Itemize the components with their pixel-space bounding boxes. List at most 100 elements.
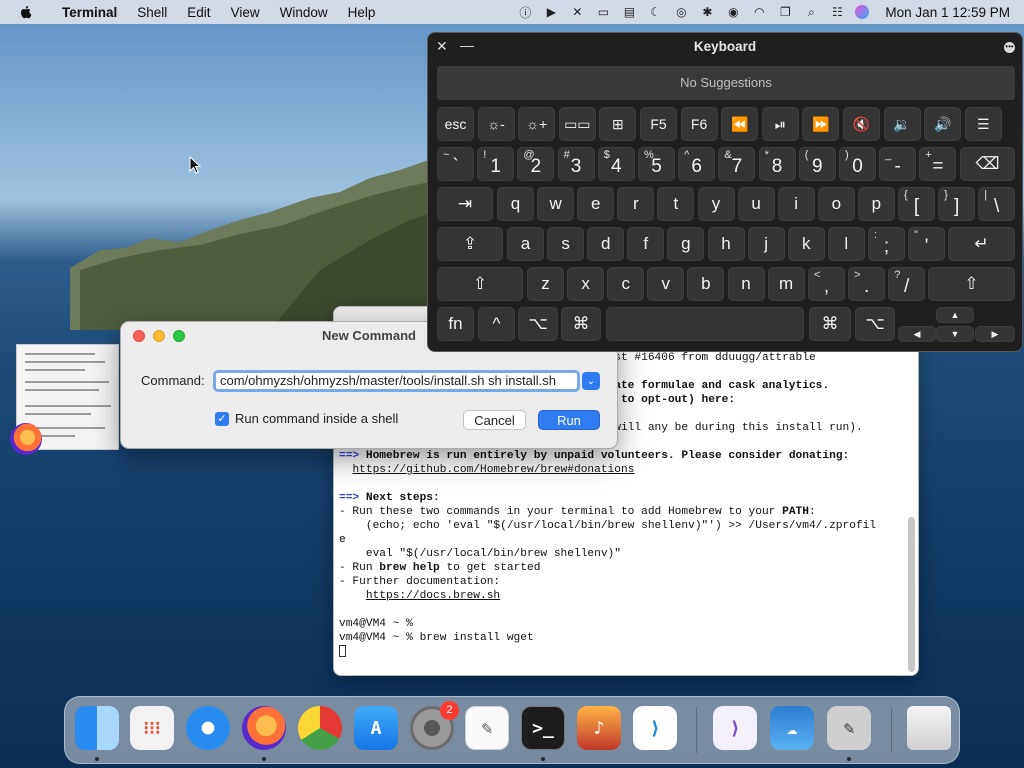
key-mute[interactable]: 🔇 [843,107,880,141]
key-arrow-right[interactable]: ▶ [975,326,1015,342]
textedit-icon[interactable]: ✎ [465,706,509,750]
key-v[interactable]: v [647,267,685,301]
safari-icon[interactable] [186,706,230,750]
command-input[interactable]: com/ohmyzsh/ohmyzsh/master/tools/install… [213,370,580,392]
key-s[interactable]: s [547,227,585,261]
key-arrow-up[interactable]: ▲ [936,307,974,323]
stage-manager-icon[interactable]: ▤ [621,4,637,20]
key-d[interactable]: d [587,227,625,261]
airdrop-icon[interactable]: ◎ [673,4,689,20]
menu-help[interactable]: Help [338,5,386,20]
apple-menu-icon[interactable] [18,4,34,20]
key-backslash[interactable]: | \ [978,187,1016,221]
key-2[interactable]: @2 [517,147,555,181]
key-b[interactable]: b [687,267,725,301]
key-space[interactable] [606,307,804,341]
key-p[interactable]: p [857,187,895,221]
script-editor-icon[interactable]: ✎ [827,706,871,750]
key-m[interactable]: m [767,267,805,301]
key-i[interactable]: i [777,187,815,221]
key-left-shift[interactable]: ⇧ [437,267,523,301]
menu-app-name[interactable]: Terminal [52,5,127,20]
command-history-dropdown[interactable]: ⌄ [582,372,600,390]
play-icon[interactable]: ▶ [543,4,559,20]
trash-icon[interactable] [907,706,951,750]
garageband-icon[interactable]: ♪ [577,706,621,750]
key-o[interactable]: o [817,187,855,221]
run-button[interactable]: Run [538,410,600,430]
display-icon[interactable]: ▭ [595,4,611,20]
key-1[interactable]: ! 1 [477,147,515,181]
key-k[interactable]: k [787,227,825,261]
run-in-shell-label[interactable]: Run command inside a shell [235,411,398,426]
key-brightness-down[interactable]: ☼- [477,107,515,141]
key-4[interactable]: $4 [597,147,635,181]
key-esc[interactable]: esc [437,107,474,141]
cancel-button[interactable]: Cancel [463,410,526,430]
wifi-icon[interactable]: ◠ [751,4,767,20]
menu-clock[interactable]: Mon Jan 1 12:59 PM [885,5,1010,20]
key-slash[interactable]: ? / [888,267,926,301]
key-t[interactable]: t [657,187,695,221]
key-volume-down[interactable]: 🔉 [883,107,921,141]
key-tab[interactable]: ⇥ [437,187,493,221]
mute-icon[interactable]: ✕ [569,4,585,20]
key-f5[interactable]: F5 [640,107,677,141]
key-5[interactable]: % 5 [638,147,675,181]
menu-shell[interactable]: Shell [127,5,177,20]
key-0[interactable]: ) 0 [839,147,876,181]
weather-icon[interactable]: ☁ [770,706,814,750]
key-f6[interactable]: F6 [680,107,718,141]
key-play-pause[interactable]: ⏯ [761,107,799,141]
menu-window[interactable]: Window [270,5,338,20]
key-control[interactable]: ^ [478,307,515,341]
key-8[interactable]: * 8 [758,147,796,181]
key-close-bracket[interactable]: }] [938,187,976,221]
key-right-option[interactable]: ⌥ [855,307,895,341]
key-r[interactable]: r [617,187,655,221]
key-quote[interactable]: " ' [908,227,946,261]
key-menu[interactable]: ☰ [964,107,1002,141]
key-c[interactable]: c [607,267,645,301]
key-backtick[interactable]: ~ ` [437,147,474,181]
key-w[interactable]: w [537,187,575,221]
firefox-app-icon[interactable] [10,423,42,455]
run-in-shell-checkbox[interactable]: ✓ [215,412,229,426]
accessibility-icon[interactable]: ⓘ [517,4,533,20]
key-fn[interactable]: fn [437,307,474,341]
key-9[interactable]: (9 [798,147,836,181]
key-arrow-left[interactable]: ◀ [898,326,936,342]
app-store-icon[interactable]: A [354,706,398,750]
key-u[interactable]: u [737,187,775,221]
key-j[interactable]: j [747,227,785,261]
chrome-icon[interactable] [298,706,342,750]
key-arrow-down[interactable]: ▼ [936,326,974,342]
menu-edit[interactable]: Edit [177,5,220,20]
key-rewind[interactable]: ⏪ [721,107,759,141]
key--[interactable]: _ - [879,147,917,181]
moon-icon[interactable]: ☾ [647,4,663,20]
key-x[interactable]: x [567,267,605,301]
bluetooth-icon[interactable]: ✱ [699,4,715,20]
window-icon[interactable]: ❐ [777,4,793,20]
key-caps-lock[interactable]: ⇪ [437,227,503,261]
user-icon[interactable]: ◉ [725,4,741,20]
key-brightness-up[interactable]: ☼+ [518,107,556,141]
key-return[interactable]: ↵ [948,227,1015,261]
finder-icon[interactable] [75,706,119,750]
key-left-option[interactable]: ⌥ [518,307,558,341]
key-=[interactable]: + = [919,147,957,181]
key-comma[interactable]: <, [808,267,845,301]
key-a[interactable]: a [507,227,544,261]
vscode-icon[interactable]: ⟩ [633,706,677,750]
key-e[interactable]: e [577,187,615,221]
key-h[interactable]: h [707,227,745,261]
key-left-command[interactable]: ⌘ [561,307,601,341]
key-semicolon[interactable]: :; [868,227,905,261]
key-period[interactable]: >. [848,267,886,301]
key-fast-forward[interactable]: ⏩ [802,107,840,141]
key-7[interactable]: & 7 [718,147,756,181]
key-q[interactable]: q [497,187,534,221]
key-mission-control[interactable]: ▭▭ [558,107,596,141]
key-volume-up[interactable]: 🔊 [924,107,962,141]
